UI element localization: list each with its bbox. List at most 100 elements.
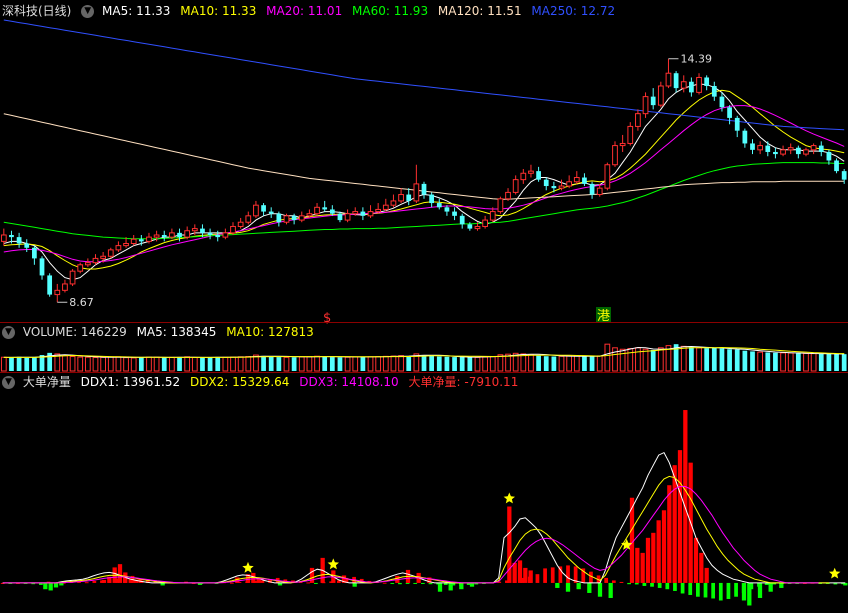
ddx-bar — [635, 547, 640, 583]
candle-body — [459, 215, 465, 225]
volume-bar — [826, 353, 832, 371]
volume-bar — [657, 347, 664, 372]
candle-body — [673, 73, 679, 89]
volume-bar — [596, 355, 603, 372]
candle-body — [742, 130, 748, 144]
candle-body — [291, 215, 297, 221]
candle-body — [184, 230, 191, 238]
candle-body — [161, 234, 167, 238]
volume-bar — [810, 353, 817, 372]
volume-bar — [650, 349, 656, 371]
volume-bar — [169, 356, 175, 372]
candle-body — [834, 160, 839, 172]
volume-bar — [337, 357, 343, 371]
volume-bar — [551, 356, 557, 371]
candle-body — [596, 187, 603, 196]
candle-body — [757, 145, 764, 151]
volume-bar — [841, 354, 847, 371]
candle-body — [344, 213, 351, 221]
ma60-value: MA60: 11.93 — [352, 4, 429, 18]
ddx-bar — [645, 537, 651, 583]
ddx2-value: DDX2: 15329.64 — [189, 375, 290, 389]
candle-body — [322, 207, 328, 210]
volume-bar — [520, 353, 527, 372]
candle-body — [665, 72, 672, 87]
candle-body — [138, 239, 144, 242]
volume-menu-icon[interactable]: ▼ — [2, 326, 15, 339]
volume-bar — [421, 355, 427, 371]
candle-body — [69, 270, 76, 285]
candle-body — [84, 262, 91, 266]
signal-star-icon — [829, 567, 841, 579]
volume-bar — [16, 356, 22, 371]
candle-body — [39, 258, 45, 276]
candle-body — [642, 96, 649, 115]
ddx-menu-icon[interactable]: ▼ — [2, 376, 15, 389]
volume-bar — [184, 356, 191, 372]
stock-title[interactable]: 深科技(日线) — [2, 4, 71, 18]
candle-body — [680, 81, 687, 89]
candle-body — [406, 194, 412, 201]
net-volume-bar — [420, 582, 425, 584]
volume-bar — [406, 355, 412, 371]
candle-body — [650, 96, 656, 106]
candle-body — [421, 183, 427, 195]
ddx-negative-bar — [576, 582, 581, 590]
volume-bar — [711, 347, 717, 371]
candle-body — [826, 151, 832, 161]
volume-bar — [704, 348, 710, 371]
net-volume-bar — [535, 574, 540, 583]
candle-body — [635, 113, 641, 127]
candle-body — [107, 249, 114, 257]
ddx-negative-bar — [597, 582, 603, 597]
volume-bar — [24, 357, 30, 371]
candle-body — [268, 211, 274, 214]
net-volume-bar — [229, 582, 234, 584]
ddx-bar — [528, 570, 533, 583]
volume-bar — [436, 356, 442, 371]
candle-body — [177, 232, 182, 238]
ddx2-line — [2, 475, 830, 584]
candle-body — [589, 183, 595, 195]
volume-bar — [757, 351, 764, 372]
signal-star-icon — [503, 492, 515, 504]
volume-panel-header: ▼ VOLUME: 146229 MA5: 138345 MA10: 12781… — [2, 323, 320, 341]
candle-body — [9, 234, 14, 238]
ddx-negative-bar — [59, 582, 64, 586]
high-price-label: 14.39 — [680, 53, 712, 66]
candle-body — [773, 151, 778, 155]
volume-bar — [0, 356, 7, 372]
panel-menu-icon[interactable]: ▼ — [81, 5, 95, 18]
ddx-indicator-name[interactable]: 大单净量 — [23, 375, 71, 389]
ddx-negative-bar — [48, 582, 53, 591]
ddx-bar — [699, 552, 704, 583]
net-volume-bar — [543, 568, 547, 583]
event-marker-s: $ — [323, 311, 331, 326]
candle-body — [62, 283, 68, 291]
volume-bar — [627, 348, 634, 372]
candle-body — [467, 224, 473, 229]
volume-bar — [153, 356, 160, 372]
volume-bar — [619, 348, 626, 372]
volume-ma10-value: MA10: 127813 — [226, 325, 314, 339]
volume-bar — [573, 355, 580, 372]
volume-bar — [92, 357, 99, 372]
volume-bar — [482, 356, 488, 372]
volume-bar — [444, 356, 450, 371]
volume-ma10-line — [3, 346, 845, 358]
net-volume-bar — [428, 582, 433, 585]
chart-canvas: 14.398.67$ 港 — [0, 19, 848, 606]
ddx-bar — [512, 562, 517, 583]
ddx-bar — [640, 552, 645, 583]
candle-body — [329, 209, 335, 214]
volume-bar — [314, 355, 320, 372]
candle-body — [543, 179, 549, 187]
net-volume-value: 大单净量: -7910.11 — [408, 375, 519, 389]
volume-bar — [298, 356, 305, 372]
candle-body — [413, 183, 420, 202]
candle-body — [612, 145, 618, 166]
net-volume-bar — [657, 582, 662, 588]
candle-body — [566, 181, 573, 187]
candle-body — [54, 289, 61, 296]
volume-bar — [32, 357, 37, 371]
